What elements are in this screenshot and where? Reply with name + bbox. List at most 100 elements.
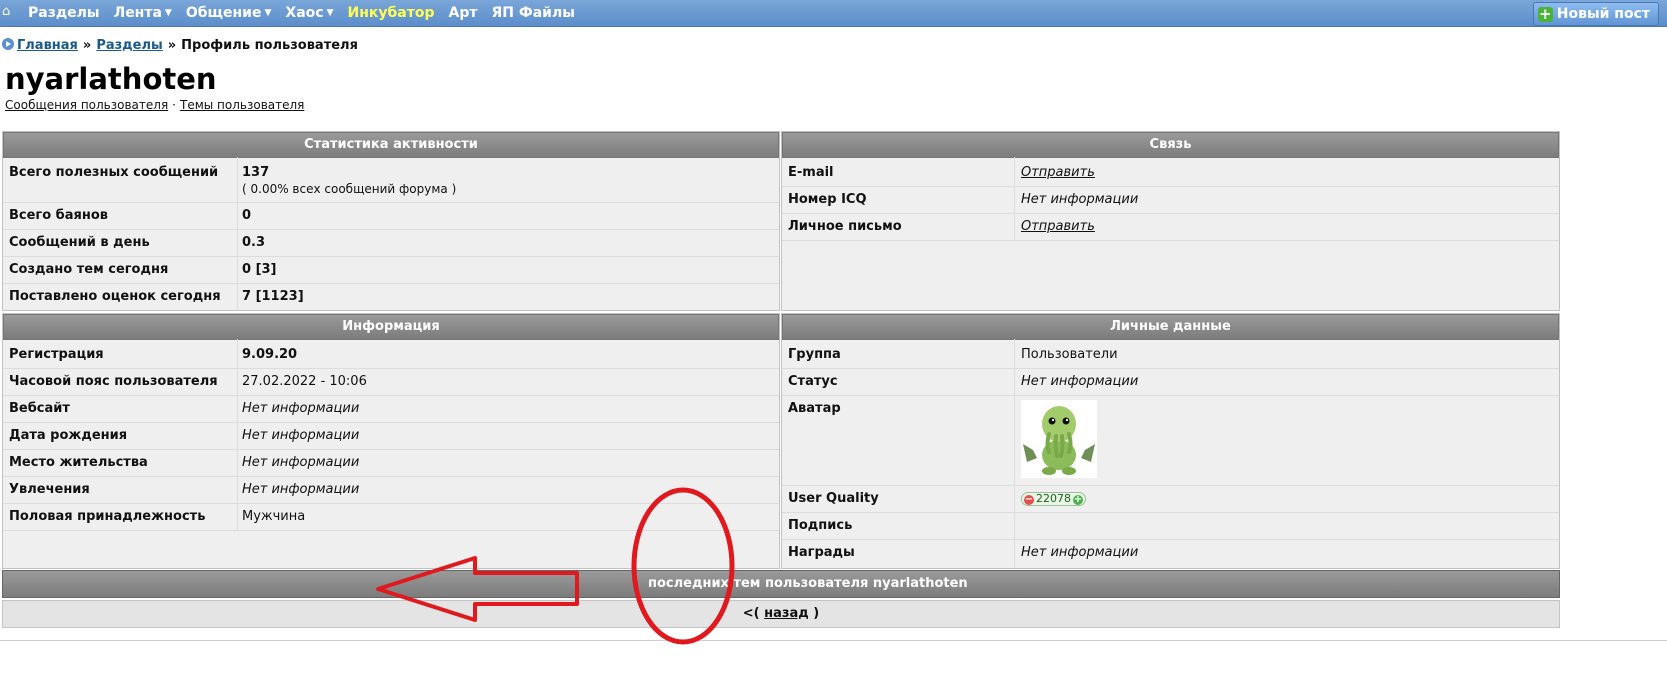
contact-send-link[interactable]: Отправить — [1021, 219, 1095, 234]
info-row: Половая принадлежность Мужчина — [3, 503, 779, 531]
activity-label: Создано тем сегодня — [9, 262, 169, 277]
activity-value-text: 0 [3] — [242, 262, 277, 277]
personal-header: Личные данные — [782, 314, 1559, 340]
breadcrumb: Главная » Разделы » Профиль пользователя — [2, 38, 358, 53]
contact-label: Номер ICQ — [788, 192, 867, 207]
activity-value: 0 [3] — [242, 262, 277, 277]
nav-item-label: Арт — [448, 5, 478, 21]
new-post-button[interactable]: + Новый пост — [1532, 2, 1659, 26]
info-value: Нет информации — [242, 455, 360, 470]
back-suffix: ) — [813, 606, 820, 621]
main-nav: Разделы Лента ▼ Общение ▼ Хаос ▼ Инкубатор Арт ЯП… — [28, 0, 589, 26]
user-quality-number: 22078 — [1036, 492, 1071, 505]
last-topics-title: последних тем пользователя nyarlathoten — [648, 576, 968, 591]
plus-icon: + — [1537, 4, 1553, 23]
nav-item-label: Инкубатор — [347, 5, 435, 21]
signature-label: Подпись — [788, 518, 853, 533]
awards-row: Награды Нет информации — [782, 539, 1559, 566]
user-posts-link[interactable]: Сообщения пользователя — [5, 98, 168, 112]
activity-row: Всего баянов 0 — [3, 202, 779, 230]
info-row: Часовой пояс пользователя 27.02.2022 - 10… — [3, 368, 779, 396]
activity-row: Сообщений в день 0.3 — [3, 229, 779, 257]
activity-label: Поставлено оценок сегодня — [9, 289, 221, 304]
column-divider — [237, 339, 238, 530]
chevron-down-icon: ▼ — [164, 8, 172, 18]
info-value: Мужчина — [242, 509, 306, 524]
activity-value: 137 ( 0.00% всех сообщений форума ) — [242, 165, 456, 196]
nav-item-2[interactable]: Общение ▼ — [186, 5, 272, 21]
top-nav-bar: ⌂ Разделы Лента ▼ Общение ▼ Хаос ▼ Инкубатор Арт… — [0, 0, 1667, 27]
activity-value-text: 7 [1123] — [242, 289, 304, 304]
chevron-down-icon: ▼ — [264, 8, 272, 18]
breadcrumb-home-link[interactable]: Главная — [17, 38, 78, 53]
nav-item-6[interactable]: ЯП Файлы — [491, 5, 574, 21]
status-value: Нет информации — [1021, 374, 1139, 389]
info-label: Дата рождения — [9, 428, 128, 443]
contact-value: Отправить — [1021, 165, 1095, 180]
contact-send-link[interactable]: Отправить — [1021, 165, 1095, 180]
contact-value: Нет информации — [1021, 192, 1138, 207]
vote-plus-icon[interactable]: + — [1073, 495, 1083, 505]
contact-value-text: Нет информации — [1021, 192, 1139, 207]
contact-panel: Связь E-mail Отправить Номер ICQ Нет информ… — [781, 131, 1560, 311]
activity-label: Всего баянов — [9, 208, 109, 223]
info-label: Регистрация — [9, 347, 104, 362]
nav-item-label: Лента — [113, 5, 162, 21]
nav-item-0[interactable]: Разделы — [28, 5, 100, 21]
back-link[interactable]: назад — [764, 606, 809, 621]
back-prefix: <( — [742, 606, 760, 621]
link-separator: · — [172, 98, 176, 112]
user-quality-label: User Quality — [788, 491, 879, 506]
breadcrumb-sections-link[interactable]: Разделы — [96, 38, 162, 53]
activity-value-note: ( 0.00% всех сообщений форума ) — [242, 182, 457, 196]
nav-item-1[interactable]: Лента ▼ — [114, 5, 172, 21]
group-row: Группа Пользователи — [782, 341, 1559, 369]
home-icon[interactable]: ⌂ — [2, 5, 16, 19]
nav-item-5[interactable]: Арт — [449, 5, 478, 21]
contact-value: Отправить — [1021, 219, 1095, 234]
personal-panel: Личные данные Группа Пользователи Статус… — [781, 313, 1560, 569]
breadcrumb-separator: » — [82, 38, 92, 53]
nav-item-label: Разделы — [28, 5, 100, 21]
activity-label: Сообщений в день — [9, 235, 150, 250]
info-label: Вебсайт — [9, 401, 70, 416]
breadcrumb-arrow-icon — [2, 38, 14, 50]
info-row: Дата рождения Нет информации — [3, 422, 779, 450]
activity-row: Всего полезных сообщений 137 ( 0.00% всех … — [3, 159, 779, 203]
contact-label: E-mail — [788, 165, 834, 180]
avatar — [1021, 400, 1097, 478]
activity-value: 7 [1123] — [242, 289, 304, 304]
info-label: Увлечения — [9, 482, 90, 497]
group-label: Группа — [788, 347, 841, 362]
user-quality-row: User Quality −22078 + — [782, 485, 1559, 513]
activity-value-text: 137 — [242, 165, 270, 180]
activity-value-text: 0 — [242, 208, 252, 223]
breadcrumb-separator: » — [167, 38, 177, 53]
nav-item-label: ЯП Файлы — [491, 5, 575, 21]
column-divider — [1014, 157, 1015, 240]
contact-label: Личное письмо — [788, 219, 902, 234]
info-value: Нет информации — [242, 401, 360, 416]
info-label: Место жительства — [9, 455, 148, 470]
last-topics-header[interactable]: последних тем пользователя nyarlathoten — [2, 570, 1560, 598]
cthulhu-avatar-image — [1023, 406, 1095, 475]
info-value: Нет информации — [242, 428, 360, 443]
info-header: Информация — [3, 314, 779, 340]
column-divider — [1014, 339, 1015, 568]
contact-row: E-mail Отправить — [782, 159, 1559, 187]
nav-item-label: Хаос — [285, 5, 324, 21]
user-topics-link[interactable]: Темы пользователя — [180, 98, 304, 112]
activity-panel: Статистика активности Всего полезных соо… — [2, 131, 780, 311]
status-label: Статус — [788, 374, 838, 389]
nav-item-4[interactable]: Инкубатор — [348, 5, 435, 21]
info-label: Часовой пояс пользователя — [9, 374, 218, 389]
chevron-down-icon: ▼ — [326, 8, 334, 18]
info-panel: Информация Регистрация 9.09.20 Часовой поя… — [2, 313, 780, 569]
activity-value: 0.3 — [242, 235, 265, 250]
vote-minus-icon[interactable]: − — [1024, 495, 1034, 505]
page-title: nyarlathoten — [5, 62, 217, 96]
awards-label: Награды — [788, 545, 855, 560]
activity-value: 0 — [242, 208, 251, 223]
nav-item-3[interactable]: Хаос ▼ — [285, 5, 333, 21]
info-row: Регистрация 9.09.20 — [3, 341, 779, 369]
